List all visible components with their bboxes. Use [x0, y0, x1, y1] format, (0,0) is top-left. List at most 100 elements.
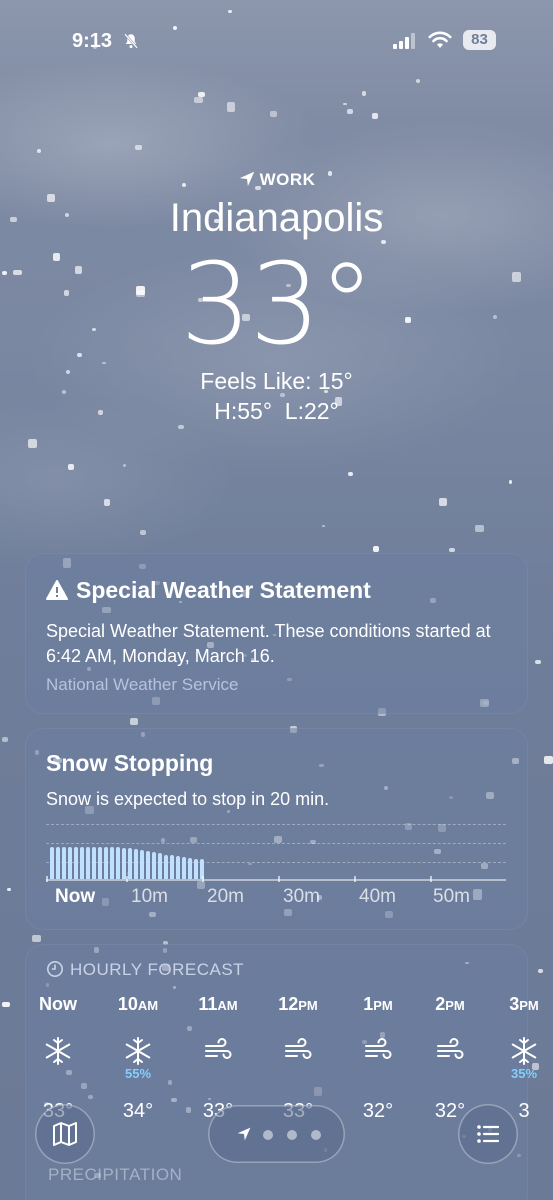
time-label: Now [55, 886, 96, 907]
snowflake [1, 1001, 10, 1008]
snowflake [139, 529, 146, 535]
location-tag: WORK [0, 170, 553, 190]
warning-triangle-icon [46, 580, 68, 600]
nowcast-bar [110, 847, 114, 879]
high-low: H:55° L:22° [214, 398, 339, 424]
nowcast-title: Snow Stopping [46, 750, 214, 776]
snowflake [7, 888, 11, 891]
snowflake [372, 113, 378, 119]
snowflake [343, 102, 348, 106]
nowcast-bar [56, 847, 60, 879]
nowcast-bar [122, 848, 126, 879]
nowcast-bar [152, 852, 156, 879]
snowflake [134, 145, 143, 150]
hour-column: 10AM 55% 34° [106, 994, 170, 1123]
alert-body: Special Weather Statement. These conditi… [46, 621, 491, 666]
precipitation-nowcast-card[interactable]: Snow Stopping Snow is expected to stop i… [25, 728, 528, 930]
snowflake [346, 108, 354, 115]
clock-icon [46, 960, 64, 978]
chart-gridline [46, 824, 506, 825]
nowcast-bar [68, 847, 72, 879]
status-bar: 9:13 83 [0, 0, 553, 80]
nowcast-bar [164, 855, 168, 879]
city-name: Indianapolis [169, 196, 384, 240]
chart-tick [46, 876, 48, 882]
weather-alert-card[interactable]: Special Weather Statement Special Weathe… [25, 553, 528, 714]
snowflake [129, 717, 139, 725]
hour-label: 12PM [278, 994, 318, 1014]
snowflake [508, 480, 513, 485]
snowflake [197, 91, 205, 97]
hourly-header: HOURLY FORECAST [46, 960, 244, 980]
location-arrow-icon [239, 171, 254, 187]
alert-source: National Weather Service [46, 675, 239, 694]
snowflake-icon: 55% [106, 1036, 170, 1096]
hour-label: Now [39, 994, 77, 1014]
hour-label: 3PM [509, 994, 539, 1014]
snowflake [475, 525, 484, 533]
snowflake [122, 464, 127, 468]
time-label: 10m [131, 886, 168, 907]
wifi-icon [428, 31, 452, 48]
wind-icon [186, 1036, 250, 1096]
snowflake-icon [26, 1036, 90, 1096]
nowcast-bar [62, 847, 66, 879]
time-label: 30m [283, 886, 320, 907]
snowflake [178, 425, 185, 430]
snowflake [439, 498, 448, 506]
hour-label: 11AM [198, 994, 238, 1014]
hourly-header-text: HOURLY FORECAST [70, 960, 245, 979]
hour-suffix: PM [373, 998, 393, 1013]
cellular-signal-icon [393, 33, 415, 49]
hour-suffix: PM [445, 998, 465, 1013]
nowcast-bar [86, 847, 90, 879]
nowcast-bar [194, 859, 198, 879]
snowflake [31, 935, 41, 942]
nowcast-bar [116, 847, 120, 879]
nowcast-bar [158, 853, 162, 879]
chart-tick [278, 876, 280, 882]
hour-column: 12PM33° [266, 994, 330, 1123]
nowcast-bar [170, 855, 174, 879]
nowcast-bar [92, 847, 96, 879]
nowcast-bar [98, 847, 102, 879]
hour-temperature: 32° [362, 1100, 394, 1122]
hour-suffix: PM [298, 998, 318, 1013]
snowflake [68, 464, 75, 471]
nowcast-bar [146, 851, 150, 879]
snowflake [36, 148, 42, 153]
nowcast-bar [128, 848, 132, 879]
page-dot[interactable] [287, 1130, 297, 1140]
page-dot[interactable] [311, 1130, 321, 1140]
hour-temperature: 34° [122, 1100, 154, 1122]
nowcast-bar [176, 856, 180, 879]
snowflake [348, 471, 353, 477]
nowcast-bar [104, 847, 108, 879]
hour-label: 1PM [363, 994, 393, 1014]
page-dot[interactable] [263, 1130, 273, 1140]
hour-column: 11AM33° [186, 994, 250, 1123]
nowcast-bar [134, 849, 138, 879]
battery-indicator: 83 [463, 30, 496, 50]
snowflake [544, 755, 553, 764]
nowcast-bar [80, 847, 84, 879]
list-icon [477, 1125, 500, 1143]
location-pager[interactable] [208, 1105, 345, 1163]
wind-icon [346, 1036, 410, 1096]
time-label: 20m [207, 886, 244, 907]
map-button[interactable] [35, 1104, 95, 1164]
snowflake [537, 969, 543, 974]
hour-column: 2PM 32° [418, 994, 482, 1123]
hour-label: 2PM [435, 994, 465, 1014]
locations-list-button[interactable] [458, 1104, 518, 1164]
location-arrow-icon [237, 1127, 251, 1141]
chart-axis [46, 879, 506, 881]
snowflake-icon: 35% [492, 1036, 553, 1096]
alert-title-text: Special Weather Statement [76, 577, 371, 603]
hour-column: 3PM 35% 3 [492, 994, 553, 1123]
precip-chance: 55% [124, 1066, 152, 1081]
nowcast-bar [140, 850, 144, 879]
chart-tick [126, 876, 128, 882]
snowflake [226, 102, 236, 112]
hour-suffix: AM [217, 998, 238, 1013]
